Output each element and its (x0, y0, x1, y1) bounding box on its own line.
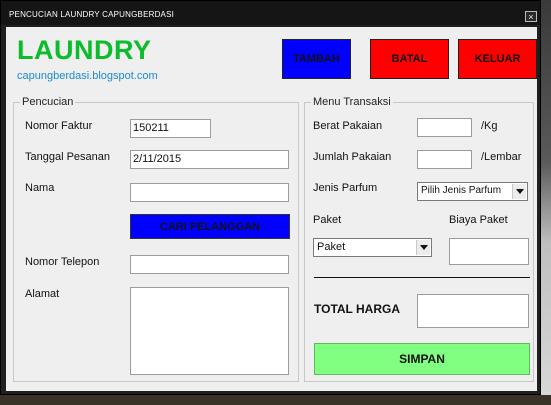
form-client-area: LAUNDRY capungberdasi.blogspot.com TAMBA… (6, 27, 537, 391)
batal-button[interactable]: BATAL (370, 39, 449, 79)
brand-title: LAUNDRY (17, 35, 152, 65)
chevron-down-icon[interactable] (512, 184, 526, 199)
nama-field[interactable] (130, 183, 289, 202)
background-strip (0, 395, 551, 405)
divider (314, 277, 530, 278)
menu-transaksi-legend: Menu Transaksi (311, 96, 393, 108)
close-icon: × (528, 12, 534, 22)
berat-unit-label: /Kg (481, 120, 498, 132)
nomor-faktur-field[interactable]: 150211 (130, 119, 211, 138)
nama-label: Nama (25, 182, 55, 194)
biaya-paket-field[interactable] (449, 238, 529, 265)
nomor-telepon-field[interactable] (130, 255, 289, 274)
berat-pakaian-field[interactable] (417, 118, 472, 137)
cari-pelanggan-button[interactable]: CARI PELANGGAN (130, 214, 290, 239)
tanggal-pesanan-field[interactable]: 2/11/2015 (130, 150, 289, 169)
pencucian-legend: Pencucian (20, 96, 76, 108)
tambah-button[interactable]: TAMBAH (282, 39, 351, 79)
nomor-telepon-label: Nomor Telepon (25, 256, 100, 268)
keluar-button[interactable]: KELUAR (458, 39, 537, 79)
jenis-parfum-label: Jenis Parfum (313, 182, 378, 194)
jumlah-pakaian-field[interactable] (417, 150, 472, 169)
close-button[interactable]: × (525, 11, 537, 22)
nomor-faktur-label: Nomor Faktur (25, 120, 93, 132)
title-bar[interactable]: PENCUCIAN LAUNDRY CAPUNGBERDASI × (1, 1, 540, 25)
blog-link: capungberdasi.blogspot.com (17, 70, 158, 82)
alamat-textarea[interactable] (130, 287, 289, 375)
jumlah-pakaian-label: Jumlah Pakaian (313, 151, 392, 163)
paket-label: Paket (313, 214, 342, 226)
jenis-parfum-value: Pilih Jenis Parfum (421, 185, 502, 196)
chevron-down-icon[interactable] (416, 240, 430, 255)
app-window: PENCUCIAN LAUNDRY CAPUNGBERDASI × LAUNDR… (0, 0, 541, 395)
window-title: PENCUCIAN LAUNDRY CAPUNGBERDASI (9, 10, 175, 19)
simpan-button[interactable]: SIMPAN (314, 343, 530, 375)
paket-dropdown[interactable]: Paket (313, 238, 432, 257)
berat-pakaian-label: Berat Pakaian (313, 120, 383, 132)
paket-value: Paket (317, 241, 346, 253)
jumlah-unit-label: /Lembar (481, 151, 522, 163)
tanggal-pesanan-label: Tanggal Pesanan (25, 151, 111, 163)
biaya-paket-label: Biaya Paket (449, 214, 508, 226)
total-harga-label: TOTAL HARGA (314, 302, 400, 316)
jenis-parfum-dropdown[interactable]: Pilih Jenis Parfum (417, 182, 528, 201)
background-desktop (541, 0, 551, 405)
alamat-label: Alamat (25, 288, 60, 300)
total-harga-field[interactable] (417, 294, 529, 328)
